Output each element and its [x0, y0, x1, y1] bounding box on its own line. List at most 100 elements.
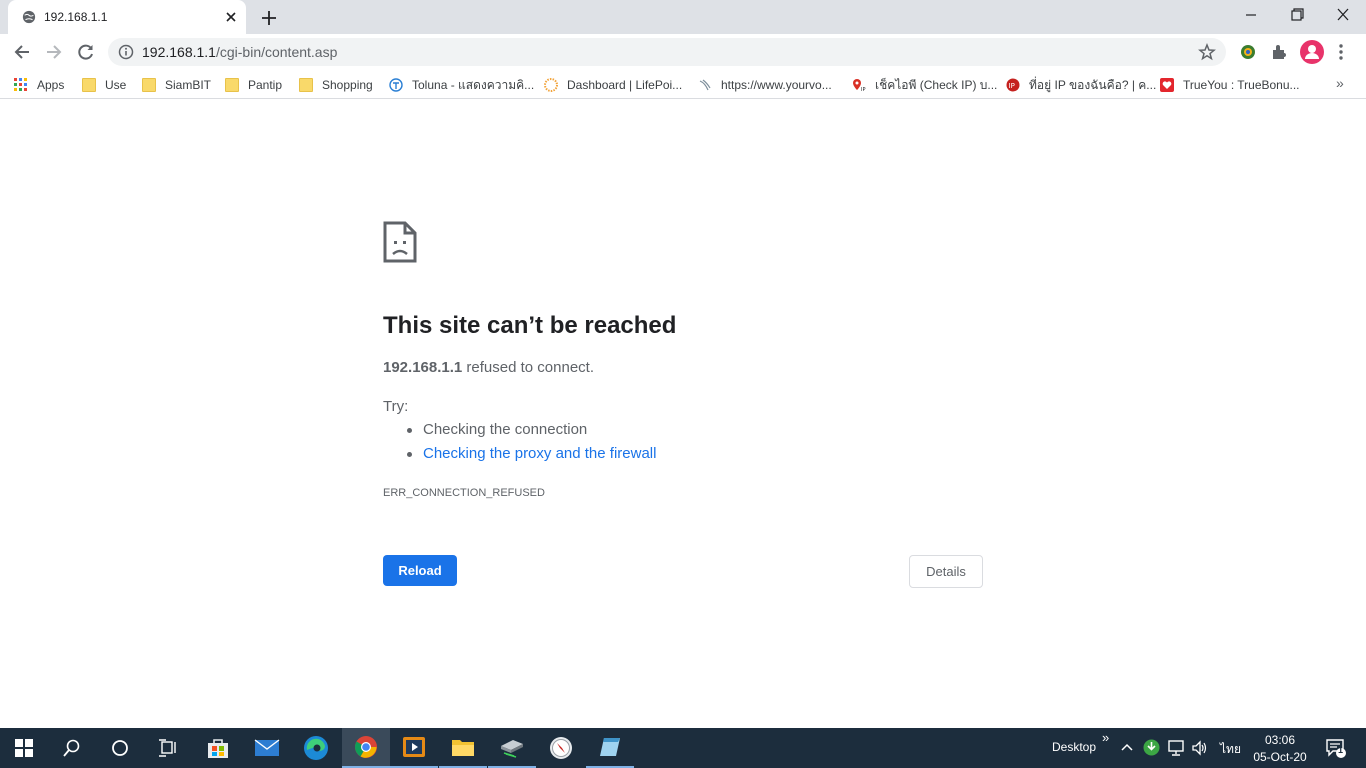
line-app-tray-icon[interactable] [1143, 739, 1160, 756]
svg-text:IP: IP [1009, 82, 1015, 90]
clock-time: 03:06 [1264, 733, 1296, 747]
mail-icon [254, 739, 280, 756]
url-path: /cgi-bin/content.asp [215, 44, 338, 60]
info-icon[interactable] [118, 44, 134, 60]
myip-icon: IP [1006, 78, 1020, 92]
bookmark-yourvoice[interactable]: https://www.yourvo... [698, 76, 832, 94]
profile-avatar[interactable] [1300, 40, 1324, 64]
error-host: 192.168.1.1 [383, 359, 463, 376]
bookmark-label: Toluna - แสดงความคิ... [412, 77, 535, 92]
file-explorer-icon [452, 740, 474, 756]
error-title: This site can’t be reached [383, 312, 677, 339]
url-text[interactable]: 192.168.1.1/cgi-bin/content.asp [142, 44, 337, 60]
start-button[interactable] [0, 728, 48, 768]
address-bar[interactable]: 192.168.1.1/cgi-bin/content.asp [108, 38, 1226, 66]
bookmark-checkip[interactable]: IP เช็คไอพี (Check IP) บ... [852, 76, 997, 94]
bookmark-folder-pantip[interactable]: Pantip [225, 76, 282, 94]
task-view-icon [159, 739, 176, 757]
suggestion-check-connection: Checking the connection [423, 421, 588, 438]
bookmark-myip[interactable]: IP ที่อยู่ IP ของฉันคือ? | ค... [1006, 76, 1156, 94]
browser-menu-icon[interactable] [1336, 42, 1346, 62]
scanner-icon [501, 740, 523, 758]
close-tab-icon[interactable] [223, 9, 239, 25]
bookmarks-bar: Apps Use SiamBIT Pantip Shopping Toluna … [0, 70, 1366, 99]
show-hidden-icons-icon[interactable] [1120, 741, 1134, 753]
browser-toolbar: 192.168.1.1/cgi-bin/content.asp [0, 34, 1366, 70]
bookmark-star-icon[interactable] [1198, 43, 1216, 61]
extension-globe-icon[interactable] [1238, 42, 1258, 62]
details-button[interactable]: Details [909, 555, 983, 588]
taskbar-edge[interactable] [292, 728, 340, 768]
bookmark-label: Apps [37, 78, 65, 92]
desktop-toolbar-chevron-icon[interactable]: » [1102, 730, 1109, 745]
yourvoice-icon [699, 79, 711, 91]
taskbar-clock[interactable]: 03:06 05-Oct-20 [1248, 732, 1312, 766]
taskbar-file-explorer[interactable] [439, 728, 487, 768]
bookmark-label: TrueYou : TrueBonu... [1183, 78, 1300, 92]
network-icon[interactable] [1167, 740, 1185, 756]
cortana-button[interactable] [96, 728, 144, 768]
bookmark-label: Shopping [322, 78, 373, 92]
taskbar-store[interactable] [194, 728, 242, 768]
bookmark-label: Pantip [248, 78, 283, 92]
search-icon [63, 739, 80, 757]
media-player-icon [403, 737, 425, 757]
minimize-icon[interactable] [1240, 6, 1262, 24]
notification-count-badge: 1 [1338, 745, 1344, 755]
folder-icon [82, 78, 96, 92]
svg-text:IP: IP [861, 87, 866, 92]
search-button[interactable] [48, 728, 96, 768]
bullet [407, 428, 412, 433]
bookmark-apps[interactable]: Apps [14, 76, 64, 94]
browser-tab[interactable]: 192.168.1.1 [8, 0, 246, 34]
desktop-toolbar-label[interactable]: Desktop [1052, 740, 1096, 754]
bookmark-label: เช็คไอพี (Check IP) บ... [875, 77, 998, 92]
taskbar-compass[interactable] [537, 728, 585, 768]
try-label: Try: [383, 398, 409, 415]
suggestion-proxy-firewall-link[interactable]: Checking the proxy and the firewall [423, 445, 656, 462]
start-icon [15, 739, 33, 757]
edge-icon [304, 736, 328, 760]
bookmarks-overflow-icon[interactable]: » [1336, 75, 1344, 91]
taskbar-chrome[interactable] [342, 728, 390, 768]
task-view-button[interactable] [144, 728, 192, 768]
error-description: 192.168.1.1 refused to connect. [383, 359, 594, 376]
person-icon [1305, 45, 1319, 59]
toluna-icon [389, 78, 403, 92]
reload-icon[interactable] [75, 41, 97, 63]
new-tab-icon[interactable] [259, 8, 279, 28]
forward-icon[interactable] [43, 41, 65, 63]
taskbar-scanner[interactable] [488, 728, 536, 768]
store-icon [208, 739, 228, 758]
cortana-icon [112, 740, 128, 756]
bookmark-lifepoints[interactable]: Dashboard | LifePoi... [544, 76, 682, 94]
volume-icon[interactable] [1191, 740, 1209, 756]
restore-icon[interactable] [1286, 6, 1308, 24]
input-language-indicator[interactable]: ไทย [1220, 740, 1241, 759]
bookmark-toluna[interactable]: Toluna - แสดงความคิ... [389, 76, 534, 94]
extensions-puzzle-icon[interactable] [1270, 42, 1290, 62]
bookmark-label: https://www.yourvo... [721, 78, 832, 92]
sad-page-icon [383, 221, 417, 263]
bookmark-trueyou[interactable]: TrueYou : TrueBonu... [1160, 76, 1300, 94]
bookmark-label: Use [105, 78, 127, 92]
bookmark-folder-use[interactable]: Use [82, 76, 126, 94]
bookmark-folder-shopping[interactable]: Shopping [299, 76, 373, 94]
bookmark-folder-siambit[interactable]: SiamBIT [142, 76, 211, 94]
url-host: 192.168.1.1 [142, 44, 216, 60]
error-message: refused to connect. [466, 359, 595, 376]
close-window-icon[interactable] [1332, 6, 1354, 24]
taskbar-notepad[interactable] [586, 728, 634, 768]
compass-icon [550, 737, 572, 759]
apps-grid-icon [14, 78, 27, 91]
checkip-icon: IP [853, 79, 866, 92]
reload-button[interactable]: Reload [383, 555, 457, 586]
globe-icon [22, 10, 36, 24]
bullet [407, 452, 412, 457]
taskbar-mail[interactable] [243, 728, 291, 768]
taskbar-media-player[interactable] [390, 728, 438, 768]
back-icon[interactable] [11, 41, 33, 63]
windows-taskbar: Desktop » ไทย 1 [0, 728, 1366, 768]
error-code: ERR_CONNECTION_REFUSED [383, 487, 545, 499]
action-center-icon[interactable] [1325, 738, 1347, 758]
